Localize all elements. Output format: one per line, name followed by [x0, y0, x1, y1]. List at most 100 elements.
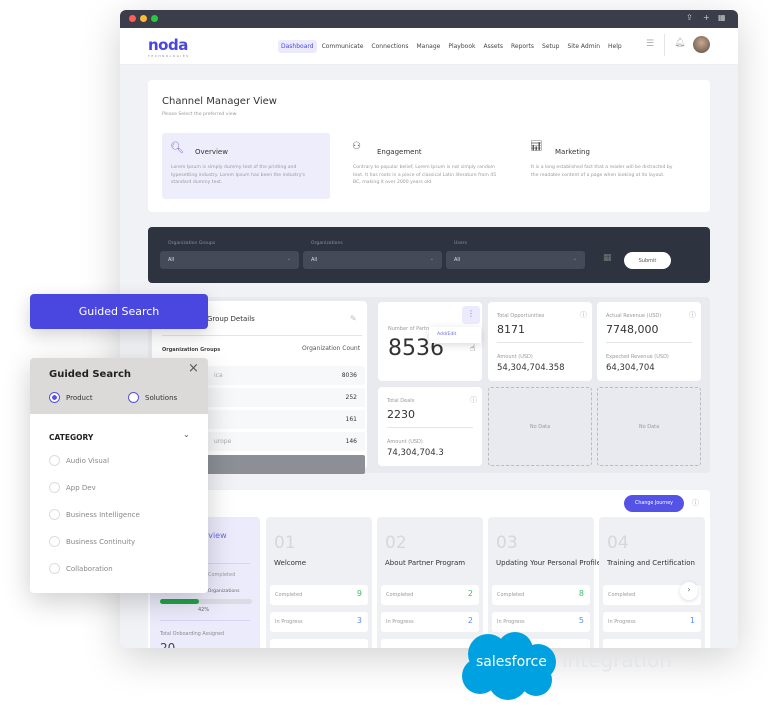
nav-reports[interactable]: Reports: [508, 40, 537, 53]
empty-widget: No Data: [597, 387, 701, 466]
edit-icon[interactable]: ✎: [350, 314, 357, 323]
organizations-select[interactable]: All ⌄: [303, 251, 442, 269]
stat-value: 9: [356, 589, 362, 598]
category-label: Business Continuity: [66, 537, 136, 546]
card-title: Group Details: [207, 315, 255, 323]
radio-icon: [49, 509, 60, 520]
step-number: 04: [607, 533, 629, 553]
more-menu-icon[interactable]: ⋮: [462, 306, 480, 324]
category-item[interactable]: Collaboration: [49, 563, 113, 574]
channel-manager-card: Channel Manager View Please Select the p…: [148, 80, 710, 212]
metric-value: 20: [160, 641, 176, 648]
metric-value: 54,304,704.358: [497, 363, 565, 373]
category-item[interactable]: Business Intelligence: [49, 509, 140, 520]
stat-row: [270, 639, 368, 648]
journey-step-card[interactable]: 02 About Partner Program Completed 2 In P…: [377, 517, 483, 648]
nav-assets[interactable]: Assets: [480, 40, 506, 53]
in-progress-stat: In Progress 3: [270, 612, 368, 632]
category-item[interactable]: Audio Visual: [49, 455, 109, 466]
group-name: ica: [214, 372, 223, 379]
stat-label: Completed: [608, 592, 636, 598]
top-nav: noda TECHNOLOGIES Dashboard Communicate …: [120, 28, 738, 65]
info-icon[interactable]: ⓘ: [470, 395, 477, 405]
nav-help[interactable]: Help: [605, 40, 625, 53]
page-title: Channel Manager View: [162, 96, 277, 107]
opportunities-card: Total Opportunities ⓘ 8171 Amount (USD) …: [488, 302, 592, 381]
radio-product[interactable]: Product: [49, 392, 93, 403]
select-value: All: [311, 257, 318, 263]
radio-solutions[interactable]: Solutions: [128, 392, 177, 403]
completed-stat: Completed 8: [492, 585, 590, 605]
filter-bar: Organization Groups All ⌄ Organizations A…: [148, 227, 710, 283]
category-label: Collaboration: [66, 564, 113, 573]
radio-label: Product: [66, 393, 93, 402]
nav-connections[interactable]: Connections: [368, 40, 411, 53]
group-count: 161: [345, 416, 357, 423]
metric-label: Amount (USD): [387, 439, 423, 445]
journey-step-card[interactable]: 01 Welcome Completed 9 In Progress 3: [266, 517, 372, 648]
step-title: About Partner Program: [385, 559, 466, 567]
divider: [664, 34, 665, 56]
view-option-marketing[interactable]: 📊︎ Marketing It is a long established fa…: [522, 133, 690, 199]
info-icon[interactable]: ⓘ: [692, 498, 699, 508]
chart-icon: 📊︎: [530, 141, 543, 152]
change-journey-button[interactable]: Change Journey: [624, 495, 684, 512]
plus-icon[interactable]: +: [703, 13, 710, 22]
nav-dashboard[interactable]: Dashboard: [278, 40, 317, 53]
grid-icon[interactable]: ▦: [718, 13, 726, 22]
view-option-overview[interactable]: 🔍︎ Overview Lorem Ipsum is simply dummy …: [162, 133, 330, 199]
select-value: All: [454, 257, 461, 263]
chevron-down-icon: ⌄: [572, 256, 577, 262]
info-icon[interactable]: ⓘ: [689, 310, 696, 320]
nav-playbook[interactable]: Playbook: [445, 40, 478, 53]
close-window-button[interactable]: [129, 15, 136, 22]
chevron-right-icon[interactable]: ›: [680, 582, 698, 600]
view-option-engagement[interactable]: ⚇ Engagement Contrary to popular belief,…: [344, 133, 512, 199]
journey-step-card[interactable]: 03 Updating Your Personal Profile Comple…: [488, 517, 601, 648]
close-icon[interactable]: ×: [188, 361, 199, 376]
in-progress-stat: In Progress 5: [492, 612, 590, 632]
stat-value: 5: [578, 616, 584, 625]
org-groups-select[interactable]: All ⌄: [160, 251, 299, 269]
info-icon[interactable]: ⓘ: [580, 310, 587, 320]
category-item[interactable]: App Dev: [49, 482, 96, 493]
minimize-window-button[interactable]: [140, 15, 147, 22]
radio-icon: [49, 482, 60, 493]
chevron-down-icon: ⌄: [429, 256, 434, 262]
document-search-icon: 🔍︎: [170, 141, 184, 154]
divider: [162, 335, 362, 336]
orgs-label: Organizations: [207, 589, 240, 594]
step-number: 03: [496, 533, 518, 553]
avatar[interactable]: [693, 36, 710, 53]
nav-site-admin[interactable]: Site Admin: [564, 40, 603, 53]
metric-label: Total Opportunities: [497, 313, 545, 319]
guided-search-button[interactable]: Guided Search: [30, 294, 208, 329]
menu-add-edit[interactable]: Add/Edit: [429, 327, 481, 343]
logo: noda: [148, 36, 188, 54]
category-item[interactable]: Business Continuity: [49, 536, 135, 547]
stat-label: In Progress: [497, 619, 525, 625]
calendar-icon[interactable]: ▦: [603, 253, 612, 263]
step-number: 01: [274, 533, 296, 553]
submit-button[interactable]: Submit: [624, 252, 671, 269]
integration-label: integration: [562, 648, 672, 672]
stat-value: 8: [578, 589, 584, 598]
list-icon[interactable]: ☰: [646, 39, 654, 49]
in-progress-stat: In Progress 1: [603, 612, 701, 632]
share-icon[interactable]: ⇪: [686, 13, 693, 22]
stat-value: 1: [689, 616, 695, 625]
stat-row: [603, 639, 701, 648]
maximize-window-button[interactable]: [151, 15, 158, 22]
stat-label: Completed: [497, 592, 525, 598]
bell-icon[interactable]: 🔔︎: [674, 38, 685, 48]
nav-manage[interactable]: Manage: [413, 40, 443, 53]
stat-label: Completed: [275, 592, 303, 598]
nav-setup[interactable]: Setup: [539, 40, 562, 53]
users-select[interactable]: All ⌄: [446, 251, 585, 269]
metric-value: 74,304,704.3: [387, 448, 444, 458]
view-desc: Contrary to popular belief, Lorem Ipsum …: [353, 165, 497, 185]
nav-communicate[interactable]: Communicate: [319, 40, 367, 53]
view-title: Overview: [195, 148, 228, 156]
chevron-down-icon[interactable]: ⌄: [183, 430, 190, 439]
category-header: CATEGORY: [49, 433, 94, 442]
